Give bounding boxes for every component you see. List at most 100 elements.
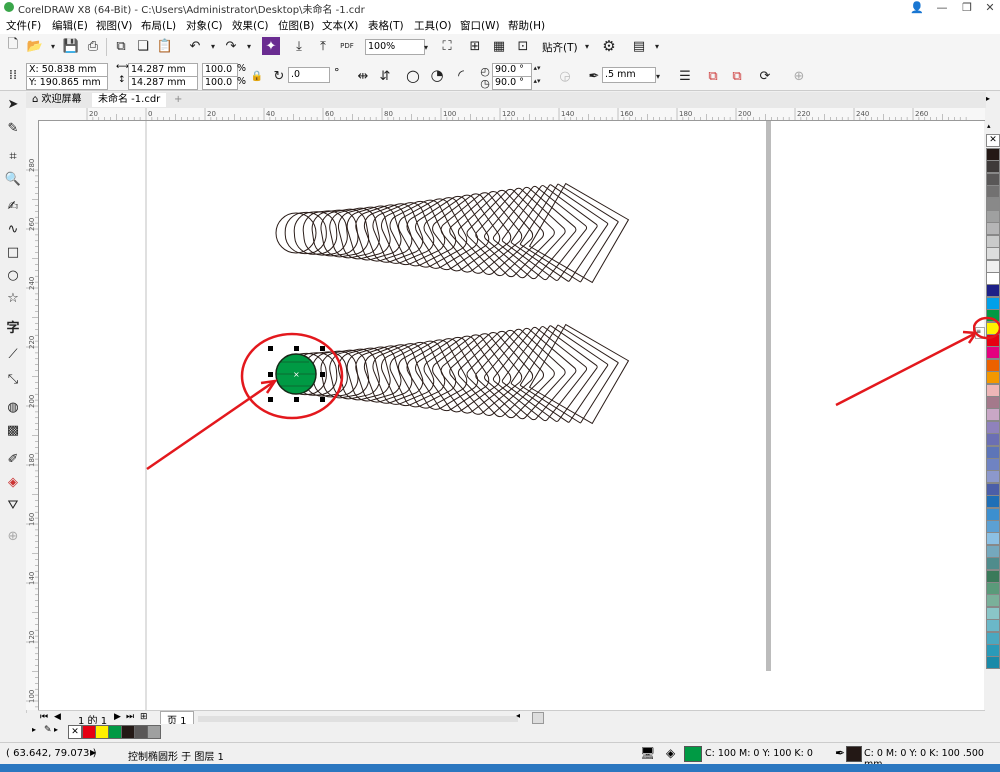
palette-swatch[interactable] [986, 296, 1000, 310]
palette-swatch[interactable] [986, 458, 1000, 471]
pie-mode-icon[interactable]: ◔ [428, 66, 446, 84]
palette-swatch[interactable] [986, 222, 1000, 236]
palette-swatch[interactable] [986, 259, 1000, 273]
open-folder-icon[interactable]: 📂 [26, 37, 44, 55]
palette-swatch[interactable] [986, 557, 1000, 571]
doc-palette-swatch[interactable] [134, 725, 148, 739]
palette-swatch[interactable] [986, 482, 1000, 496]
outline-pen-status-icon[interactable]: ✒ [835, 746, 845, 760]
menu-text[interactable]: 文本(X) [322, 18, 358, 33]
snap-dropdown-icon[interactable]: ▾ [578, 37, 596, 55]
mirror-vertical-icon[interactable]: ⇵ [376, 67, 394, 85]
zoom-level-field[interactable]: 100% [365, 39, 425, 55]
publish-pdf-icon[interactable]: PDF [338, 37, 356, 55]
menu-object[interactable]: 对象(C) [186, 18, 223, 33]
menu-file[interactable]: 文件(F) [6, 18, 41, 33]
palette-swatch[interactable] [986, 631, 1000, 645]
undo-icon[interactable]: ↶ [186, 37, 204, 55]
shape-tool-icon[interactable]: ✎ [4, 119, 22, 137]
palette-swatch[interactable] [986, 272, 1000, 285]
redo-icon[interactable]: ↷ [222, 37, 240, 55]
palette-swatch[interactable] [986, 594, 1000, 608]
palette-swatch[interactable] [986, 569, 1000, 583]
new-document-icon[interactable]: 🗋 [4, 37, 22, 55]
menu-help[interactable]: 帮助(H) [508, 18, 545, 33]
palette-swatch[interactable] [986, 606, 1000, 620]
doc-palette-swatch[interactable] [121, 725, 135, 739]
undo-dropdown-icon[interactable]: ▾ [204, 37, 222, 55]
rectangle-tool-icon[interactable]: □ [4, 243, 22, 261]
palette-swatch[interactable] [986, 234, 1000, 248]
full-screen-icon[interactable]: ⛶ [438, 37, 456, 55]
interactive-fill-icon[interactable]: ◈ [4, 473, 22, 491]
show-grid-icon[interactable]: ▦ [490, 37, 508, 55]
pick-tool-icon[interactable]: ➤ [4, 95, 22, 113]
tab-document[interactable]: 未命名 -1.cdr [92, 93, 167, 107]
palette-swatch[interactable] [986, 420, 1000, 434]
palette-swatch[interactable] [986, 470, 1000, 484]
application-launcher-icon[interactable]: ▤ [630, 37, 648, 55]
status-menu-icon[interactable]: ▶ [90, 748, 96, 757]
eyedropper-tool-icon[interactable]: ✐ [4, 450, 22, 468]
cut-icon[interactable]: ⧉ [112, 37, 130, 55]
outline-color-swatch[interactable] [846, 746, 862, 762]
restore-button[interactable]: ❐ [955, 0, 979, 16]
palette-swatch[interactable] [986, 185, 1000, 199]
menu-tools[interactable]: 工具(O) [414, 18, 451, 33]
doc-palette-eyedropper-icon[interactable]: ✎ [44, 725, 52, 735]
horizontal-scrollbar[interactable] [198, 716, 518, 722]
palette-swatch[interactable] [986, 433, 1000, 447]
menu-table[interactable]: 表格(T) [368, 18, 404, 33]
add-page-icon[interactable]: ⊞ [140, 712, 148, 722]
user-icon[interactable]: 👤 [905, 0, 929, 16]
rotation-angle-field[interactable]: .0 [288, 67, 330, 83]
freehand-tool-icon[interactable]: ✍ [4, 197, 22, 215]
scroll-left-icon[interactable]: ◂ [516, 711, 520, 720]
fill-color-swatch[interactable] [684, 746, 702, 762]
add-tool-icon[interactable]: ⊕ [4, 527, 22, 545]
show-rulers-icon[interactable]: ⊞ [466, 37, 484, 55]
paste-icon[interactable]: 📋 [156, 37, 174, 55]
palette-swatch[interactable] [986, 371, 1000, 385]
options-gear-icon[interactable]: ⚙ [600, 37, 618, 55]
text-wrap-icon[interactable]: ☰ [676, 67, 694, 85]
palette-swatch[interactable] [986, 495, 1000, 509]
palette-swatch[interactable] [986, 408, 1000, 422]
no-color-swatch[interactable]: ✕ [986, 134, 1000, 147]
ellipse-tool-icon[interactable]: ○ [4, 266, 22, 284]
parallel-dimension-icon[interactable]: ⟋ [4, 345, 22, 363]
doc-no-color-swatch[interactable]: ✕ [68, 725, 82, 739]
launcher-dropdown-icon[interactable]: ▾ [648, 37, 666, 55]
horizontal-ruler[interactable]: 20 0 20 40 60 80 100 120 140 160 180 200 220 240 260 [38, 108, 985, 121]
tabs-scroll-icon[interactable]: ▸ [986, 94, 990, 103]
object-origin-icon[interactable]: ⁞⁞ [4, 66, 22, 84]
palette-swatch[interactable] [986, 582, 1000, 595]
palette-swatch[interactable] [986, 383, 1000, 397]
search-content-icon[interactable]: ✦ [262, 37, 280, 55]
palette-swatch[interactable] [986, 284, 1000, 298]
palette-swatch[interactable] [986, 148, 1000, 161]
scale-height-field[interactable]: 100.0 [202, 76, 238, 90]
x-position-field[interactable]: X: 50.838 mm [26, 63, 108, 77]
to-back-icon[interactable]: ⧉ [728, 67, 746, 85]
end-angle-field[interactable]: 90.0 ° [492, 76, 532, 90]
start-angle-spinner-icon[interactable]: ▴▾ [528, 62, 546, 74]
to-front-icon[interactable]: ⧉ [704, 67, 722, 85]
save-icon[interactable]: 💾 [62, 37, 80, 55]
ruler-origin[interactable] [26, 108, 38, 120]
snap-to-menu[interactable]: 贴齐(T) [542, 40, 578, 55]
connector-tool-icon[interactable]: ⤡ [4, 370, 22, 388]
palette-swatch[interactable] [986, 520, 1000, 533]
new-tab-icon[interactable]: + [168, 93, 188, 107]
open-dropdown-icon[interactable]: ▾ [44, 37, 62, 55]
ellipse-mode-icon[interactable]: ○ [404, 66, 422, 85]
palette-swatch[interactable] [986, 210, 1000, 223]
convert-to-curves-icon[interactable]: ⟳ [756, 67, 774, 85]
lock-ratio-icon[interactable]: 🔒 [248, 67, 266, 85]
end-angle-spinner-icon[interactable]: ▴▾ [528, 75, 546, 87]
drawing-canvas[interactable]: × [39, 121, 984, 710]
start-angle-field[interactable]: 90.0 ° [492, 63, 532, 77]
import-icon[interactable]: ⤓ [290, 37, 308, 55]
doc-palette-swatch[interactable] [108, 725, 122, 739]
doc-palette-more-icon[interactable]: ▸ [54, 725, 58, 734]
